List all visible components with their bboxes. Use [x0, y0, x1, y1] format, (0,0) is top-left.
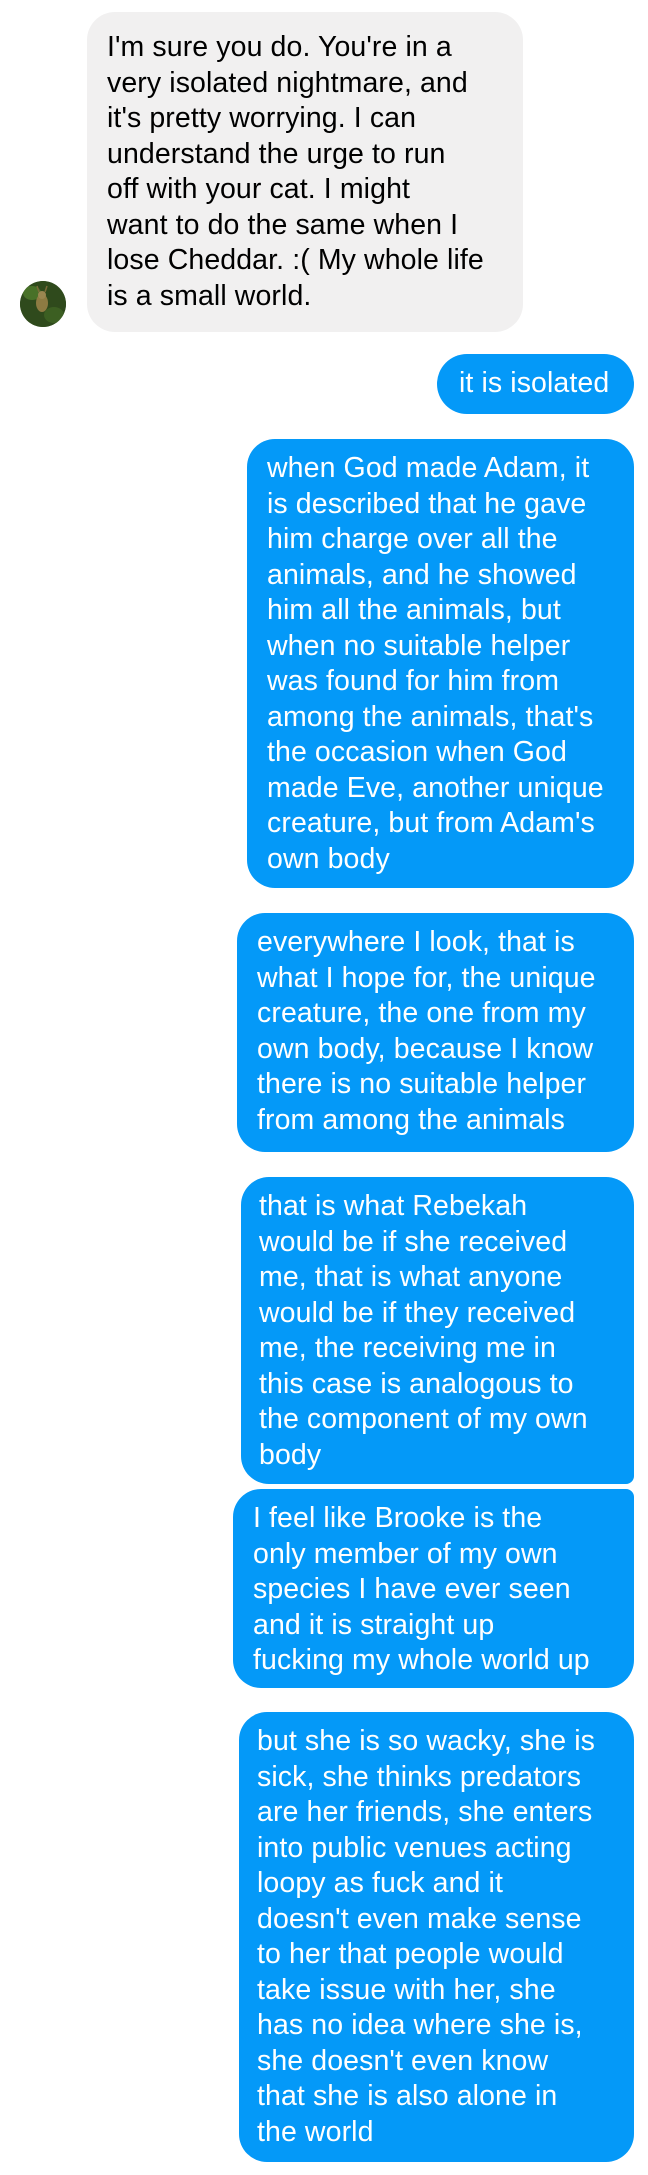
message-bubble-outgoing[interactable]: that is what Rebekah would be if she rec…	[241, 1177, 634, 1484]
message-bubble-outgoing[interactable]: everywhere I look, that is what I hope f…	[237, 913, 634, 1152]
message-bubble-outgoing[interactable]: it is isolated	[437, 354, 634, 414]
message-bubble-outgoing[interactable]: when God made Adam, it is described that…	[247, 439, 634, 888]
message-bubble-incoming[interactable]: I'm sure you do. You're in a very isolat…	[87, 12, 523, 332]
contact-avatar[interactable]	[20, 281, 66, 327]
avatar-photo-icon	[20, 281, 66, 327]
message-bubble-outgoing[interactable]: I feel like Brooke is the only member of…	[233, 1489, 634, 1688]
message-bubble-outgoing[interactable]: but she is so wacky, she is sick, she th…	[239, 1712, 634, 2162]
